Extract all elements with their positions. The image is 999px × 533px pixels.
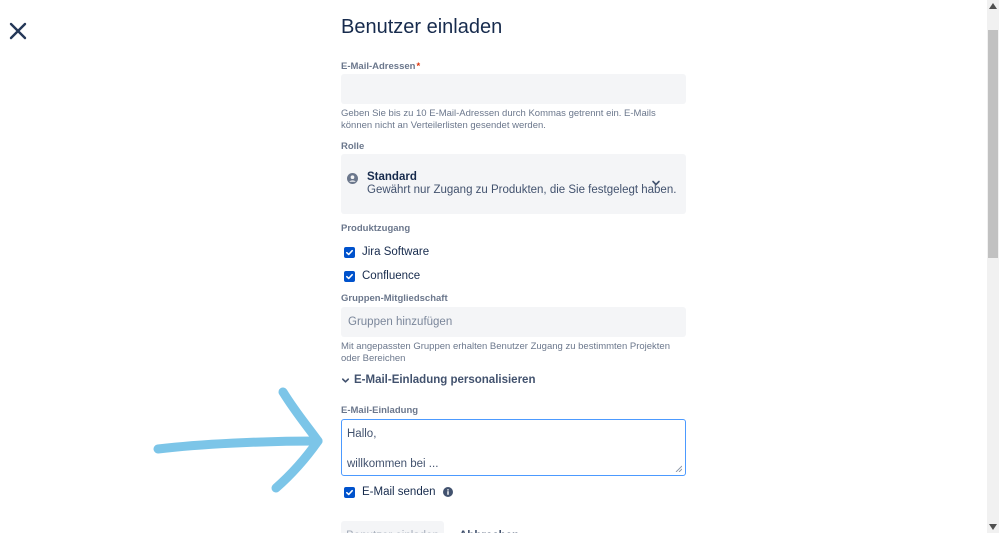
cancel-button[interactable]: Abbrechen <box>459 521 519 533</box>
checkbox-checked[interactable] <box>344 486 355 498</box>
vertical-scrollbar[interactable] <box>987 0 999 533</box>
send-email-label: E-Mail senden <box>362 486 436 498</box>
checkmark-icon <box>346 489 353 495</box>
user-icon <box>347 173 358 184</box>
scroll-up-arrow-icon[interactable] <box>989 3 997 9</box>
groups-input[interactable] <box>341 307 686 337</box>
resize-handle-icon[interactable] <box>675 465 682 472</box>
checkbox-checked[interactable] <box>344 246 355 258</box>
checkmark-icon <box>346 273 353 279</box>
chevron-down-icon <box>341 377 350 383</box>
personalize-invitation-label: E-Mail-Einladung personalisieren <box>354 374 536 386</box>
checkmark-icon <box>346 249 353 255</box>
invite-message-field: Hallo, willkommen bei ... <box>341 419 686 476</box>
close-button[interactable] <box>8 21 28 41</box>
close-icon <box>9 22 27 40</box>
email-addresses-input[interactable] <box>341 74 686 104</box>
send-email-checkbox[interactable]: E-Mail senden <box>344 484 453 500</box>
groups-label: Gruppen-Mitgliedschaft <box>341 293 448 304</box>
required-mark: * <box>416 61 421 72</box>
product-checkbox-confluence[interactable]: Confluence <box>344 268 420 284</box>
personalize-invitation-toggle[interactable]: E-Mail-Einladung personalisieren <box>341 372 535 388</box>
product-label: Confluence <box>362 270 421 282</box>
invite-message-label: E-Mail-Einladung <box>341 405 419 416</box>
product-checkbox-jira-software[interactable]: Jira Software <box>344 244 429 260</box>
groups-helper-text: Mit angepassten Gruppen erhalten Benutze… <box>341 341 670 364</box>
info-icon[interactable] <box>442 487 453 497</box>
email-addresses-label: E-Mail-Adressen* <box>341 61 421 72</box>
checkbox-checked[interactable] <box>344 270 355 282</box>
invite-users-button[interactable]: Benutzer einladen <box>341 521 444 533</box>
role-label: Rolle <box>341 141 365 152</box>
chevron-down-icon <box>652 180 660 186</box>
invite-message-textarea[interactable]: Hallo, willkommen bei ... <box>342 420 685 475</box>
email-helper-text: Geben Sie bis zu 10 E-Mail-Adressen durc… <box>341 108 656 131</box>
role-selected-name: Standard <box>367 171 417 183</box>
product-label: Jira Software <box>362 246 430 258</box>
scroll-down-arrow-icon[interactable] <box>989 524 997 530</box>
role-select[interactable]: Standard Gewährt nur Zugang zu Produkten… <box>341 154 686 214</box>
page-title: Benutzer einladen <box>341 16 503 38</box>
scrollbar-thumb[interactable] <box>988 30 998 258</box>
product-access-label: Produktzugang <box>341 223 411 234</box>
role-selected-description: Gewährt nur Zugang zu Produkten, die Sie… <box>367 184 677 196</box>
